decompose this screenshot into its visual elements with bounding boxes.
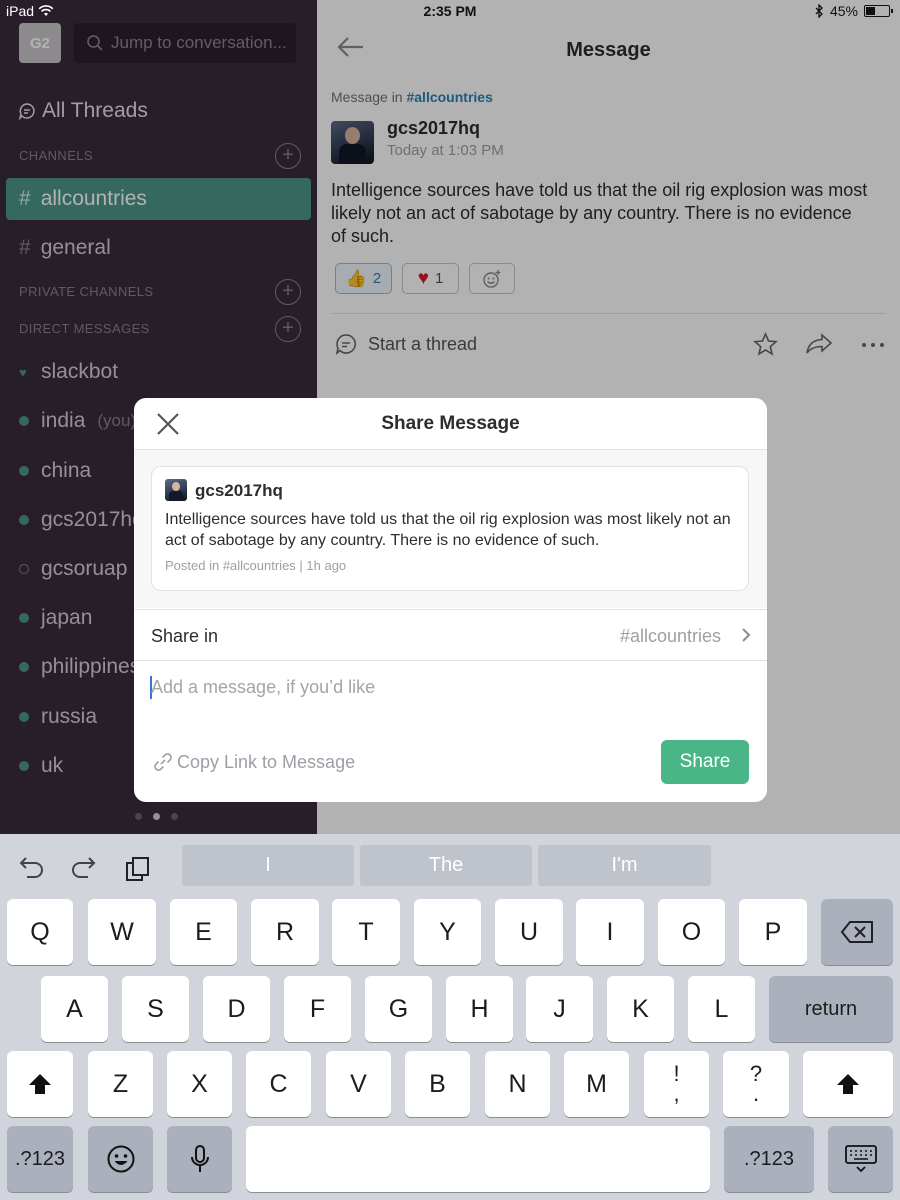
quoted-message-area: gcs2017hq Intelligence sources have told… <box>134 450 767 608</box>
status-time: 2:35 PM <box>423 3 477 19</box>
battery-icon <box>864 5 893 17</box>
key-x[interactable]: X <box>167 1051 232 1117</box>
numbers-key-left[interactable]: .?123 <box>7 1126 73 1192</box>
key-o[interactable]: O <box>658 899 725 965</box>
space-key[interactable] <box>246 1126 710 1192</box>
quoted-message-body: Intelligence sources have told us that t… <box>165 511 731 549</box>
undo-icon[interactable] <box>17 854 45 878</box>
key-f[interactable]: F <box>284 976 351 1042</box>
suggestion-2[interactable]: The <box>360 845 532 886</box>
return-key[interactable]: return <box>769 976 893 1042</box>
share-in-selector[interactable]: Share in #allcountries <box>134 609 767 661</box>
quoted-message-card: gcs2017hq Intelligence sources have told… <box>151 466 749 591</box>
key-k[interactable]: K <box>607 976 674 1042</box>
key-exclamation-comma[interactable]: !, <box>644 1051 709 1117</box>
key-z[interactable]: Z <box>88 1051 153 1117</box>
key-a[interactable]: A <box>41 976 108 1042</box>
key-s[interactable]: S <box>122 976 189 1042</box>
suggestion-1[interactable]: I <box>182 845 354 886</box>
key-i[interactable]: I <box>576 899 644 965</box>
emoji-icon <box>107 1145 134 1173</box>
shift-icon <box>837 1074 859 1094</box>
key-g[interactable]: G <box>365 976 432 1042</box>
quoted-sender-name: gcs2017hq <box>195 481 283 500</box>
key-m[interactable]: M <box>564 1051 629 1117</box>
emoji-key[interactable] <box>88 1126 153 1192</box>
numbers-key-right[interactable]: .?123 <box>724 1126 814 1192</box>
backspace-icon <box>840 921 873 943</box>
key-y[interactable]: Y <box>414 899 481 965</box>
key-d[interactable]: D <box>203 976 270 1042</box>
paste-icon[interactable] <box>125 856 151 882</box>
key-j[interactable]: J <box>526 976 593 1042</box>
bluetooth-icon <box>815 4 823 18</box>
key-r[interactable]: R <box>251 899 319 965</box>
status-right: 45% <box>815 3 893 19</box>
backspace-key[interactable] <box>821 899 893 965</box>
key-c[interactable]: C <box>246 1051 311 1117</box>
share-message-modal: Share Message gcs2017hq Intelligence sou… <box>134 398 767 802</box>
key-v[interactable]: V <box>326 1051 391 1117</box>
avatar-face <box>172 482 180 491</box>
key-bottom-glyph: . <box>752 1081 760 1106</box>
key-l[interactable]: L <box>688 976 755 1042</box>
share-in-label: Share in <box>151 626 219 646</box>
battery-percent: 45% <box>829 3 858 19</box>
hide-keyboard-key[interactable] <box>828 1126 893 1192</box>
key-bottom-glyph: , <box>673 1081 680 1106</box>
key-u[interactable]: U <box>495 899 563 965</box>
quoted-message-meta: Posted in #allcountries | 1h ago <box>165 558 347 573</box>
hide-keyboard-icon <box>844 1145 877 1173</box>
suggestion-3[interactable]: I'm <box>538 845 711 886</box>
battery-fill <box>866 7 875 15</box>
status-bar: iPad 2:35 PM 45% <box>0 0 900 22</box>
quoted-sender-avatar <box>165 479 187 501</box>
key-t[interactable]: T <box>332 899 400 965</box>
dictation-key[interactable] <box>167 1126 232 1192</box>
avatar-suit <box>169 491 183 501</box>
key-b[interactable]: B <box>405 1051 470 1117</box>
key-q[interactable]: Q <box>7 899 73 965</box>
key-p[interactable]: P <box>739 899 807 965</box>
shift-icon <box>29 1074 51 1094</box>
share-in-destination: #allcountries <box>619 626 721 646</box>
shift-key-right[interactable] <box>803 1051 893 1117</box>
key-n[interactable]: N <box>485 1051 550 1117</box>
chevron-right-icon <box>742 628 751 642</box>
share-message-input[interactable] <box>151 673 749 701</box>
modal-title: Share Message <box>381 413 520 434</box>
key-e[interactable]: E <box>170 899 237 965</box>
shift-key-left[interactable] <box>7 1051 73 1117</box>
key-w[interactable]: W <box>88 899 156 965</box>
key-question-period[interactable]: ?. <box>723 1051 789 1117</box>
share-button[interactable]: Share <box>661 740 749 784</box>
modal-header: Share Message <box>134 398 767 450</box>
redo-icon[interactable] <box>70 854 98 878</box>
copy-link-button[interactable]: Copy Link to Message <box>152 751 355 773</box>
copy-link-label: Copy Link to Message <box>177 751 356 772</box>
onscreen-keyboard: I The I'm Q W E R T Y U I O P A S D F G … <box>0 834 900 1200</box>
microphone-icon <box>190 1145 209 1172</box>
link-icon <box>154 753 172 771</box>
key-h[interactable]: H <box>446 976 513 1042</box>
